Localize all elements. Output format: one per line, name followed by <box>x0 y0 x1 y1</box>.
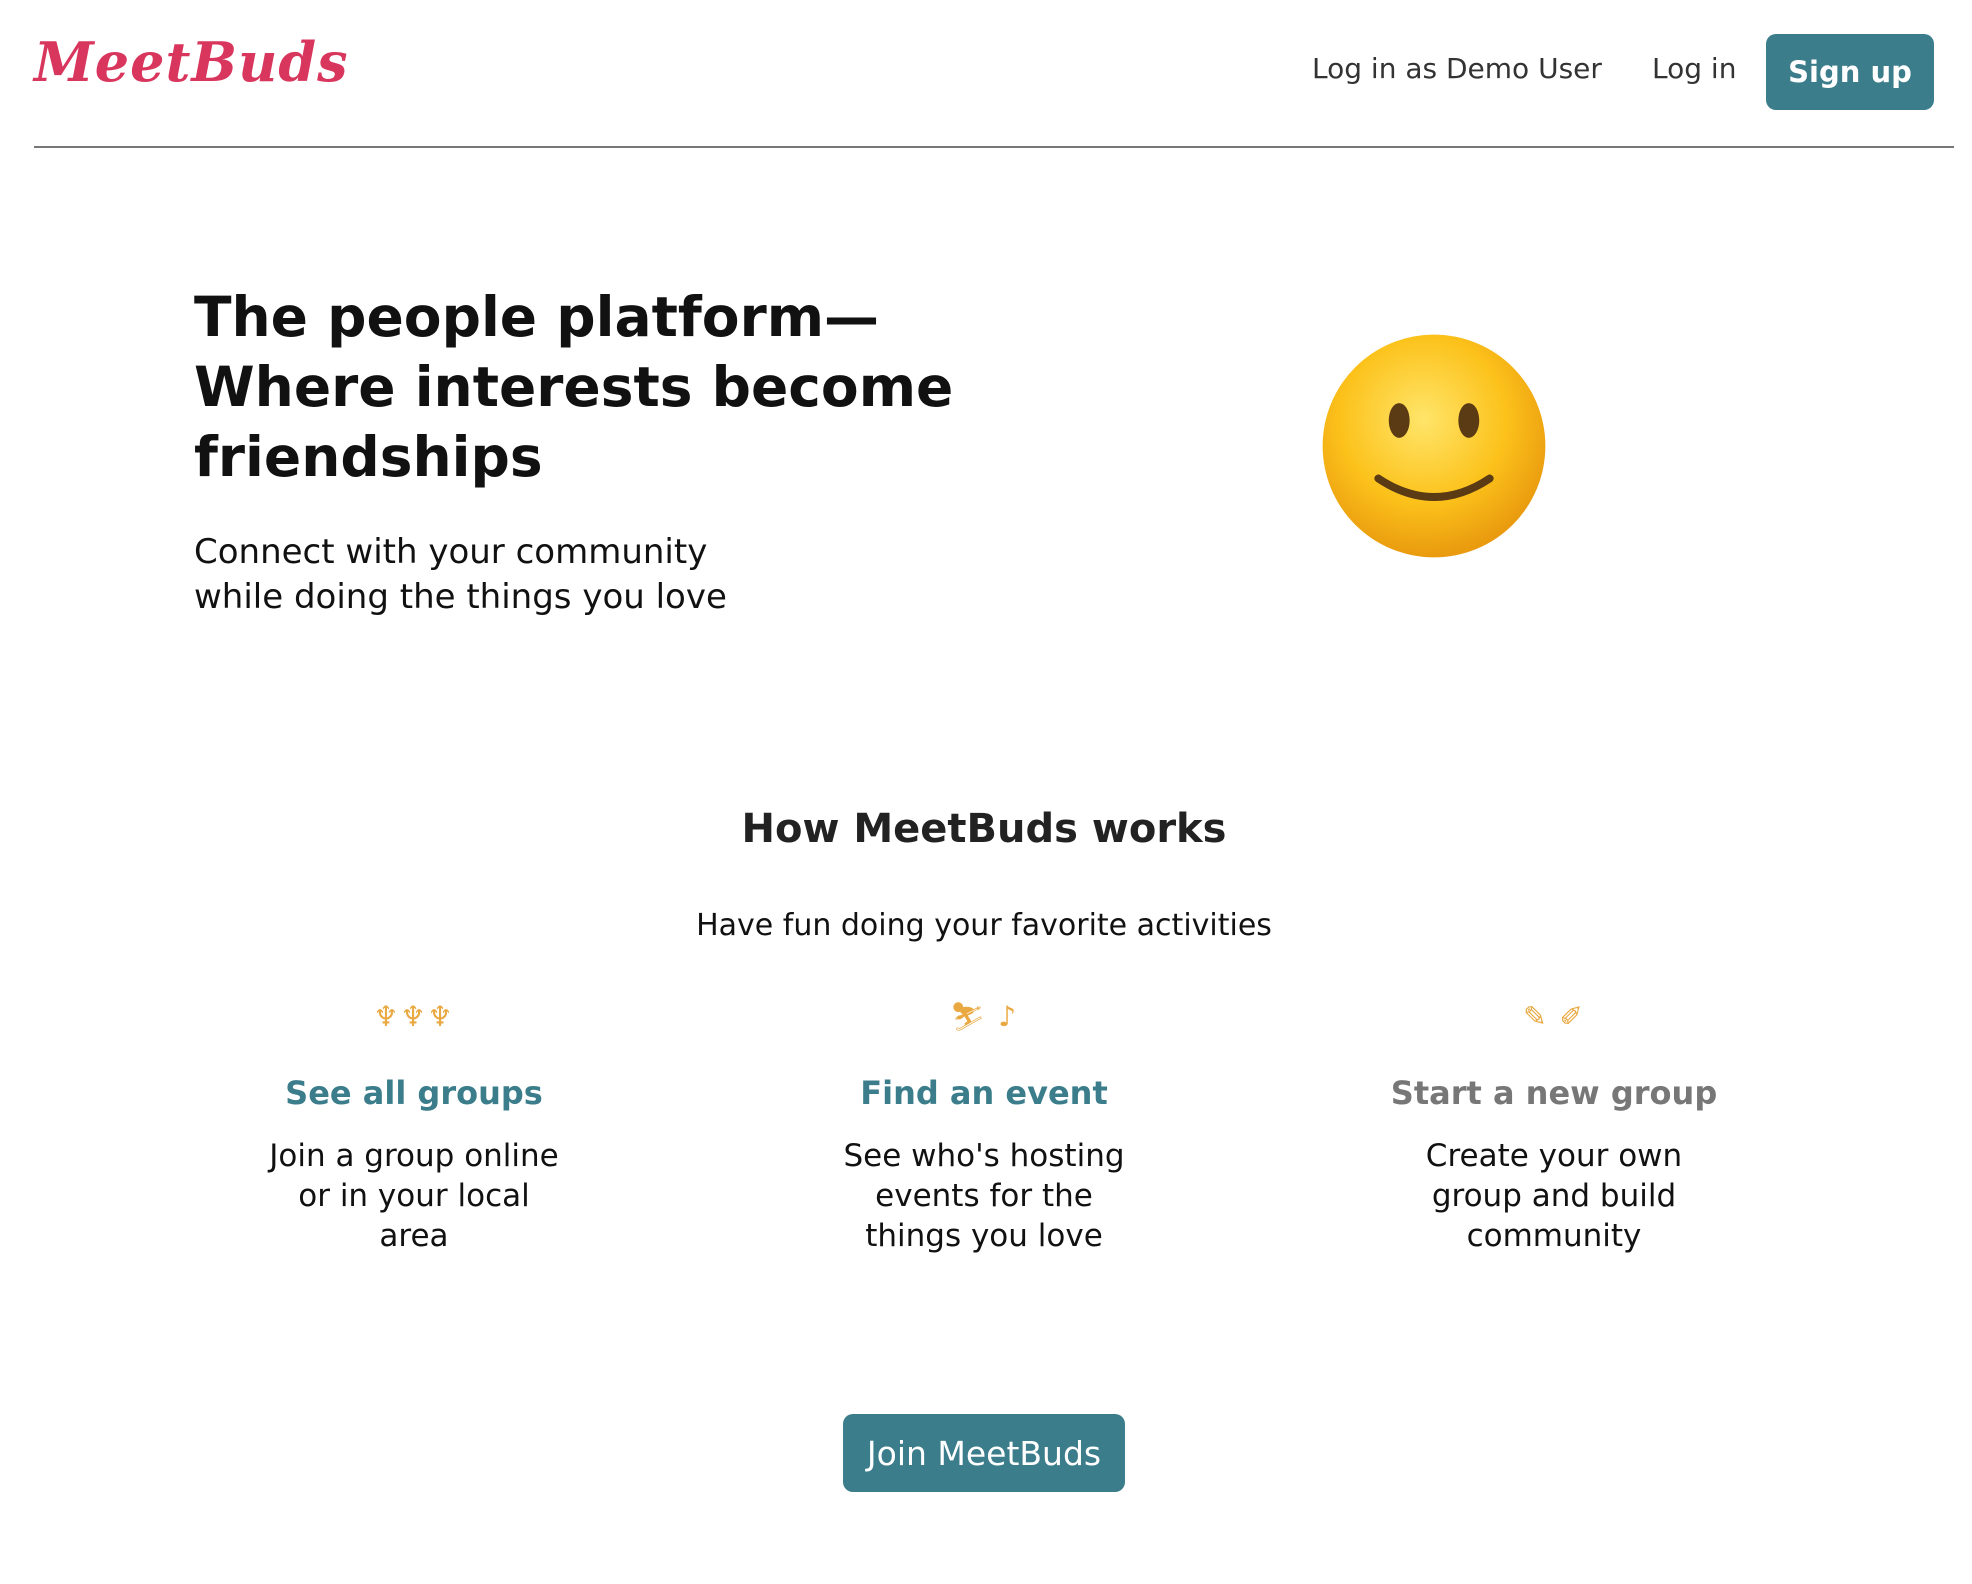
hero-subtitle: Connect with your community while doing … <box>194 532 727 617</box>
join-meetbuds-button[interactable]: Join MeetBuds <box>843 1414 1125 1492</box>
smiley-face-icon <box>1322 334 1546 558</box>
header-divider <box>34 146 1954 148</box>
skier-music-icon: ⛷ ♪ <box>949 1000 1019 1033</box>
see-all-groups-link[interactable]: See all groups <box>204 1074 624 1112</box>
demo-login-link[interactable]: Log in as Demo User <box>1312 52 1602 85</box>
site-header: MeetBuds Log in as Demo User Log in Sign… <box>0 0 1972 148</box>
feature-start-group: ✎ ✐ Start a new group Create your own gr… <box>1344 1000 1764 1256</box>
how-it-works-title: How MeetBuds works <box>741 806 1227 852</box>
meetbuds-logo[interactable]: MeetBuds <box>34 30 349 94</box>
find-event-link[interactable]: Find an event <box>774 1074 1194 1112</box>
signup-button[interactable]: Sign up <box>1766 34 1934 110</box>
feature-description: Create your own group and build communit… <box>1425 1138 1683 1254</box>
feature-find-event: ⛷ ♪ Find an event See who's hosting even… <box>774 1000 1194 1256</box>
hero-title: The people platform— Where interests bec… <box>194 285 954 489</box>
feature-see-groups: ♆♆♆ See all groups Join a group online o… <box>204 1000 624 1256</box>
login-link[interactable]: Log in <box>1652 52 1736 85</box>
people-group-icon: ♆♆♆ <box>373 1000 455 1033</box>
start-new-group-link[interactable]: Start a new group <box>1344 1074 1764 1112</box>
how-it-works-subtitle: Have fun doing your favorite activities <box>696 908 1272 943</box>
feature-description: See who's hosting events for the things … <box>843 1138 1125 1254</box>
pencil-signature-icon: ✎ ✐ <box>1523 1000 1585 1033</box>
feature-description: Join a group online or in your local are… <box>269 1138 559 1254</box>
